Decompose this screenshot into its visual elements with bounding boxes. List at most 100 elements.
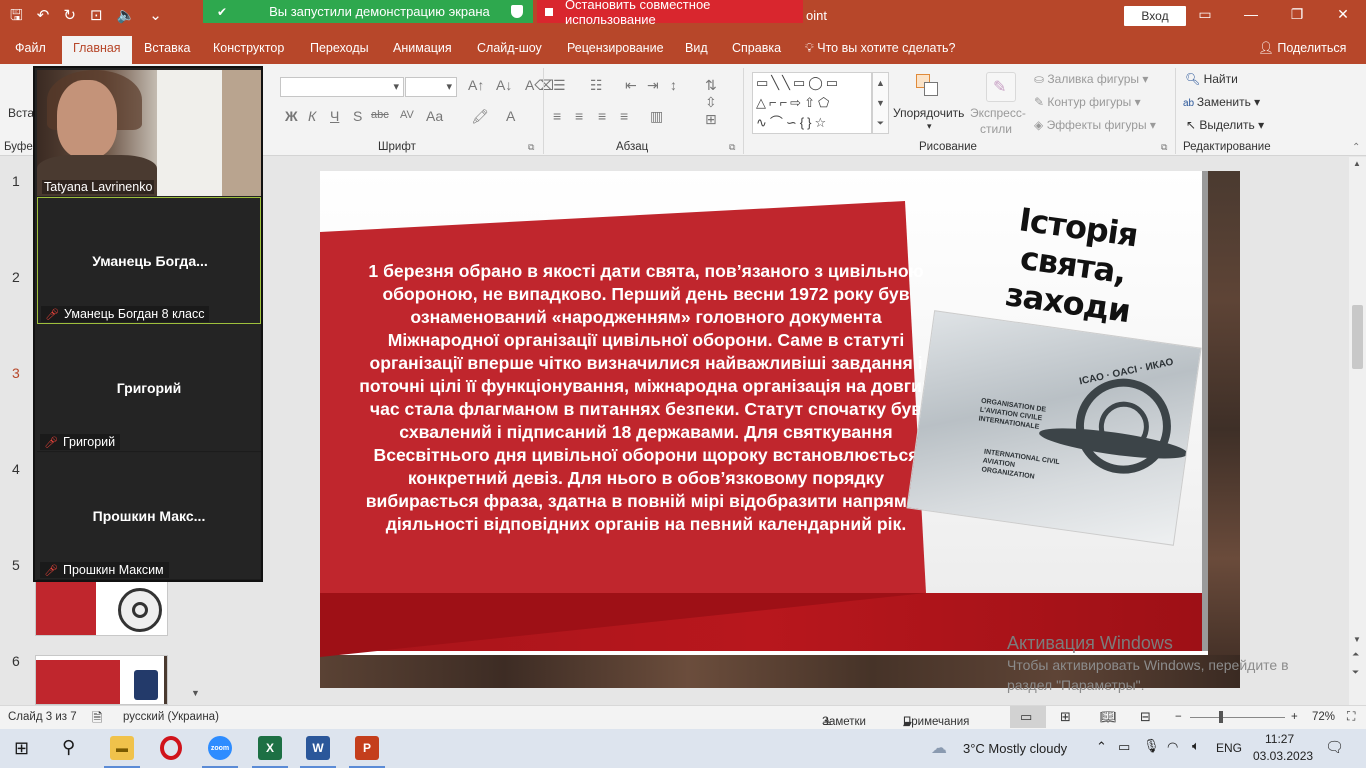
undo-icon[interactable]: ↶ (37, 6, 50, 26)
increase-indent-icon[interactable]: ⇥ (647, 77, 659, 94)
replace-button[interactable]: ab Заменить ▾ (1183, 95, 1260, 109)
tab-review[interactable]: Рецензирование (567, 41, 664, 55)
redo-icon[interactable]: ↻ (63, 6, 76, 26)
language-indicator[interactable]: русский (Украина) (123, 711, 219, 723)
shape-fill-button[interactable]: ⛀ Заливка фигуры ▾ (1034, 72, 1148, 86)
bullets-icon[interactable]: ☰ (553, 77, 566, 94)
scrollbar-thumb[interactable] (1352, 305, 1363, 369)
font-size-select[interactable]: ▾ (405, 77, 457, 97)
volume-icon[interactable]: 🔈︎ (1192, 738, 1200, 754)
word-icon[interactable]: W (306, 736, 330, 760)
shape-effects-button[interactable]: ◈ Эффекты фигуры ▾ (1034, 118, 1156, 132)
save-icon[interactable]: 🖫 (10, 6, 23, 26)
scroll-up-icon[interactable]: ▲ (1353, 159, 1361, 168)
paste-button[interactable]: Вста (8, 106, 34, 120)
zoom-out-icon[interactable]: − (1175, 711, 1182, 723)
powerpoint-icon[interactable]: P (355, 736, 379, 760)
slide-scrollbar[interactable]: ▲ ▼ ⏶ ⏷ (1349, 157, 1366, 705)
strikethrough-button[interactable]: abc (371, 109, 389, 121)
zoom-in-icon[interactable]: + (1291, 711, 1298, 723)
align-center-icon[interactable]: ≡ (575, 108, 583, 124)
search-icon[interactable]: ⚲ (62, 737, 75, 758)
select-button[interactable]: ↖ Выделить ▾ (1186, 118, 1264, 132)
clock-date[interactable]: 03.03.2023 (1253, 749, 1313, 763)
font-color-button[interactable]: A (506, 108, 515, 124)
fit-slide-icon[interactable]: ⛶ (1347, 709, 1355, 724)
ribbon-display-icon[interactable]: ▭ (1182, 6, 1228, 23)
participant-tile[interactable]: Прошкин Макс... 🎤︎ Прошкин Максим (37, 453, 261, 580)
tab-transitions[interactable]: Переходы (310, 41, 369, 55)
tab-home[interactable]: Главная (62, 36, 132, 64)
zoom-level[interactable]: 72% (1312, 711, 1335, 723)
columns-icon[interactable]: ▥ (650, 108, 663, 125)
tab-view[interactable]: Вид (685, 41, 708, 55)
sign-in-button[interactable]: Вход (1124, 6, 1186, 26)
excel-icon[interactable]: X (258, 736, 282, 760)
slide-thumbnail-6[interactable] (35, 655, 168, 705)
paragraph-dialog-launcher-icon[interactable]: ⧉ (729, 142, 735, 153)
current-slide[interactable]: 1 березня обрано в якості дати свята, по… (320, 171, 1240, 688)
change-case-button[interactable]: Aa (426, 108, 443, 124)
input-language[interactable]: ENG (1216, 741, 1242, 755)
arrange-button[interactable]: Упорядочить (893, 106, 964, 120)
tell-me-search[interactable]: 💡︎ Что вы хотите сделать? (805, 41, 955, 56)
tab-slideshow[interactable]: Слайд-шоу (477, 41, 542, 55)
weather-text[interactable]: 3°C Mostly cloudy (963, 741, 1067, 756)
minimize-icon[interactable]: — (1228, 6, 1274, 23)
clock-time[interactable]: 11:27 (1265, 732, 1294, 746)
wifi-icon[interactable]: ◠ (1167, 739, 1178, 755)
text-direction-icon[interactable]: ⇅ (705, 77, 717, 94)
drawing-dialog-launcher-icon[interactable]: ⧉ (1161, 142, 1167, 153)
participant-tile[interactable]: Уманець Богда... 🎤︎ Уманець Богдан 8 клас… (37, 197, 261, 324)
zoom-slider-track[interactable] (1190, 717, 1285, 718)
speaker-icon[interactable]: 🔈 (117, 6, 136, 26)
opera-icon[interactable] (160, 736, 182, 760)
notifications-icon[interactable]: 🗨︎ (1325, 738, 1344, 756)
smartart-icon[interactable]: ⊞ (705, 111, 717, 128)
windows-start-icon[interactable]: ⊞ (14, 738, 29, 759)
tab-design[interactable]: Конструктор (213, 41, 284, 55)
line-spacing-icon[interactable]: ↕ (670, 77, 677, 93)
font-family-select[interactable]: ▾ (280, 77, 404, 97)
close-icon[interactable]: ✕ (1320, 6, 1366, 23)
arrange-icon[interactable] (914, 72, 942, 100)
shadow-button[interactable]: S (353, 108, 362, 124)
decrease-indent-icon[interactable]: ⇤ (625, 77, 637, 94)
font-dialog-launcher-icon[interactable]: ⧉ (528, 142, 534, 153)
clear-format-icon[interactable]: A⌫ (525, 77, 554, 94)
tray-chevron-icon[interactable]: ⌃ (1096, 739, 1107, 755)
underline-button[interactable]: Ч (330, 108, 339, 124)
present-icon[interactable]: ⊡ (90, 6, 103, 26)
reading-view-icon[interactable]: 📖︎ (1100, 709, 1117, 725)
spellcheck-icon[interactable]: 🗎︎ (92, 709, 102, 731)
align-left-icon[interactable]: ≡ (553, 108, 561, 124)
tab-animations[interactable]: Анимация (393, 41, 452, 55)
scroll-down-icon[interactable]: ▼ (191, 688, 200, 698)
align-text-icon[interactable]: ⇳ (705, 94, 717, 111)
stop-share-button[interactable]: Остановить совместное использование (537, 0, 803, 27)
restore-icon[interactable]: ❐ (1274, 6, 1320, 23)
customize-qat-icon[interactable]: ⌄ (149, 6, 162, 26)
shapes-scroll[interactable]: ▲ ▼ ⏷ (872, 72, 889, 134)
tab-help[interactable]: Справка (732, 41, 781, 55)
tab-insert[interactable]: Вставка (144, 41, 190, 55)
zoom-app-icon[interactable]: zoom (208, 736, 232, 760)
battery-icon[interactable]: ▭ (1118, 739, 1130, 755)
microphone-icon[interactable]: 🎙︎ (1143, 738, 1160, 754)
align-right-icon[interactable]: ≡ (598, 108, 606, 124)
slideshow-icon[interactable]: ⊟ (1140, 709, 1151, 725)
slide-body-text[interactable]: 1 березня обрано в якості дати свята, по… (356, 260, 936, 536)
quick-styles-button[interactable]: Экспресс- (970, 106, 1026, 120)
next-slide-icon[interactable]: ⏷ (1352, 667, 1359, 678)
share-button[interactable]: 👤︎ Поделиться (1258, 41, 1346, 56)
slide-thumbnail-5[interactable] (35, 581, 168, 636)
italic-button[interactable]: К (308, 108, 316, 124)
slide-sorter-icon[interactable]: ⊞ (1060, 709, 1071, 725)
grow-font-icon[interactable]: A↑ (468, 77, 484, 93)
tab-file[interactable]: Файл (15, 41, 46, 55)
shrink-font-icon[interactable]: A↓ (496, 77, 512, 93)
prev-slide-icon[interactable]: ⏶ (1352, 649, 1359, 660)
bold-button[interactable]: Ж (285, 108, 298, 124)
participant-tile[interactable]: Григорий 🎤︎ Григорий (37, 325, 261, 452)
justify-icon[interactable]: ≡ (620, 108, 628, 124)
